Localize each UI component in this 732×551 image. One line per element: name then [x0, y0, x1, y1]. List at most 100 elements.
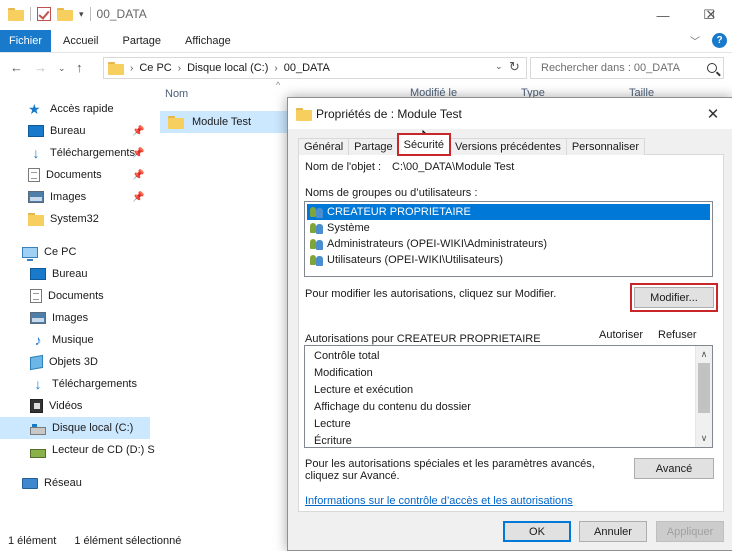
- star-icon: ★: [28, 101, 41, 117]
- nav-pc-music[interactable]: ♪ Musique: [30, 329, 94, 351]
- nav-quick-system32[interactable]: System32: [28, 208, 99, 230]
- dialog-close-button[interactable]: ✕: [702, 103, 724, 125]
- properties-check-icon[interactable]: [37, 7, 51, 21]
- address-bar[interactable]: › Ce PC › Disque local (C:) › 00_DATA: [103, 57, 527, 79]
- music-note-icon: ♪: [34, 332, 42, 348]
- nav-pc-videos[interactable]: Vidéos: [30, 395, 82, 417]
- search-icon[interactable]: [707, 63, 717, 73]
- folder-icon: [168, 115, 184, 129]
- nav-network[interactable]: Réseau: [22, 472, 82, 494]
- qat-dropdown-icon[interactable]: ▾: [79, 9, 84, 20]
- nav-quick-downloads[interactable]: ↓ Téléchargements: [28, 142, 136, 164]
- nav-label: Bureau: [50, 125, 86, 137]
- ribbon-expand-chevron-icon[interactable]: ﹀: [690, 33, 700, 48]
- pin-icon[interactable]: 📌: [132, 126, 144, 137]
- search-placeholder: Rechercher dans : 00_DATA: [541, 62, 680, 74]
- ribbon-tabs: Fichier Accueil Partage Affichage: [0, 30, 732, 52]
- status-bar: 1 élément 1 élément sélectionné: [0, 531, 300, 551]
- security-tab-panel: Nom de l'objet : C:\00_DATA\Module Test …: [298, 154, 724, 512]
- search-input[interactable]: Rechercher dans : 00_DATA: [530, 57, 724, 79]
- apply-button[interactable]: Appliquer: [656, 521, 724, 542]
- list-item-createur-proprietaire[interactable]: CREATEUR PROPRIETAIRE: [307, 204, 710, 220]
- new-folder-icon[interactable]: [57, 7, 73, 21]
- videos-icon: [30, 399, 43, 413]
- breadcrumb-this-pc[interactable]: Ce PC: [139, 62, 171, 74]
- desktop-icon: [28, 125, 44, 137]
- groups-users-list[interactable]: CREATEUR PROPRIETAIRE Système Administra…: [304, 201, 713, 277]
- nav-quick-access[interactable]: ★ Accès rapide: [28, 98, 114, 120]
- address-dropdown-icon[interactable]: ⌄: [495, 61, 503, 72]
- users-group-icon: [309, 238, 325, 250]
- nav-quick-documents[interactable]: Documents: [28, 164, 102, 186]
- cancel-button[interactable]: Annuler: [579, 521, 647, 542]
- breadcrumb-00-data[interactable]: 00_DATA: [284, 62, 330, 74]
- 3d-objects-icon: [30, 354, 43, 370]
- chevron-right-icon[interactable]: ›: [178, 63, 181, 74]
- back-arrow-icon[interactable]: ←: [10, 60, 23, 75]
- download-arrow-icon: ↓: [32, 145, 40, 161]
- chevron-right-icon[interactable]: ›: [130, 63, 133, 74]
- pictures-icon: [28, 191, 44, 203]
- forward-arrow-icon[interactable]: →: [34, 60, 47, 75]
- nav-pc-downloads[interactable]: ↓ Téléchargements: [30, 373, 138, 395]
- nav-pc-3d-objects[interactable]: Objets 3D: [30, 351, 98, 373]
- nav-label: Bureau: [52, 268, 88, 280]
- breadcrumb-local-disk[interactable]: Disque local (C:): [187, 62, 268, 74]
- nav-pc-cd-drive[interactable]: Lecteur de CD (D:) S: [30, 439, 155, 461]
- list-item-utilisateurs[interactable]: Utilisateurs (OPEI-WIKI\Utilisateurs): [307, 252, 710, 268]
- minimize-button[interactable]: —: [640, 0, 686, 30]
- nav-label: Images: [50, 191, 87, 203]
- nav-label: Vidéos: [49, 400, 83, 412]
- modify-button[interactable]: Modifier...: [630, 283, 718, 312]
- advanced-button[interactable]: Avancé: [634, 458, 714, 479]
- nav-pc-bureau[interactable]: Bureau: [30, 263, 87, 285]
- deny-column-header: Refuser: [658, 329, 697, 341]
- nav-this-pc[interactable]: Ce PC: [22, 241, 76, 263]
- nav-pc-images[interactable]: Images: [30, 307, 88, 329]
- chevron-right-icon[interactable]: ›: [274, 63, 277, 74]
- help-icon[interactable]: ?: [712, 33, 727, 48]
- tab-fichier[interactable]: Fichier: [0, 30, 52, 52]
- list-item-systeme[interactable]: Système: [307, 220, 710, 236]
- pin-icon[interactable]: 📌: [132, 148, 144, 159]
- permission-row: Modification: [314, 367, 373, 379]
- list-item-label: Utilisateurs (OPEI-WIKI\Utilisateurs): [327, 254, 504, 266]
- recent-locations-chevron-icon[interactable]: ⌄: [58, 63, 66, 74]
- tab-affichage[interactable]: Affichage: [173, 30, 243, 52]
- pin-icon[interactable]: 📌: [132, 170, 144, 181]
- refresh-icon[interactable]: ↻: [509, 59, 520, 75]
- column-header-name[interactable]: Nom: [165, 88, 188, 100]
- nav-quick-images[interactable]: Images: [28, 186, 86, 208]
- tab-securite[interactable]: Sécurité: [396, 133, 452, 156]
- permissions-scrollbar[interactable]: ∧ ∨: [695, 346, 712, 447]
- tab-partage[interactable]: Partage: [348, 138, 399, 155]
- window-close-button[interactable]: ✕: [688, 0, 732, 30]
- nav-label: Disque local (C:): [52, 422, 134, 434]
- up-arrow-icon[interactable]: ↑: [76, 60, 83, 75]
- desktop-icon: [30, 268, 46, 280]
- documents-icon: [30, 289, 42, 303]
- scroll-up-icon[interactable]: ∧: [696, 346, 712, 362]
- window-title: 00_DATA: [96, 7, 147, 21]
- scrollbar-thumb[interactable]: [698, 363, 710, 413]
- ok-button[interactable]: OK: [503, 521, 571, 542]
- nav-pc-documents[interactable]: Documents: [30, 285, 104, 307]
- nav-pc-local-disk[interactable]: Disque local (C:): [0, 417, 150, 439]
- pin-icon[interactable]: 📌: [132, 192, 144, 203]
- tab-partage[interactable]: Partage: [110, 30, 173, 52]
- pictures-icon: [30, 312, 46, 324]
- file-row[interactable]: Module Test: [160, 111, 288, 133]
- computer-icon: [22, 246, 38, 261]
- download-arrow-icon: ↓: [34, 376, 42, 392]
- tab-accueil[interactable]: Accueil: [51, 30, 110, 52]
- tab-general[interactable]: Général: [298, 138, 350, 155]
- tab-versions-precedentes[interactable]: Versions précédentes: [449, 138, 567, 155]
- scroll-down-icon[interactable]: ∨: [696, 430, 712, 446]
- permissions-list[interactable]: Contrôle total Modification Lecture et e…: [304, 345, 713, 448]
- tab-personnaliser[interactable]: Personnaliser: [565, 138, 646, 155]
- list-item-administrateurs[interactable]: Administrateurs (OPEI-WIKI\Administrateu…: [307, 236, 710, 252]
- dialog-titlebar: Propriétés de : Module Test ✕: [288, 98, 732, 129]
- object-name-value: C:\00_DATA\Module Test: [392, 161, 515, 173]
- access-control-info-link[interactable]: Informations sur le contrôle d’accès et …: [305, 495, 573, 507]
- explorer-titlebar: ▾ 00_DATA — ☐: [0, 0, 732, 30]
